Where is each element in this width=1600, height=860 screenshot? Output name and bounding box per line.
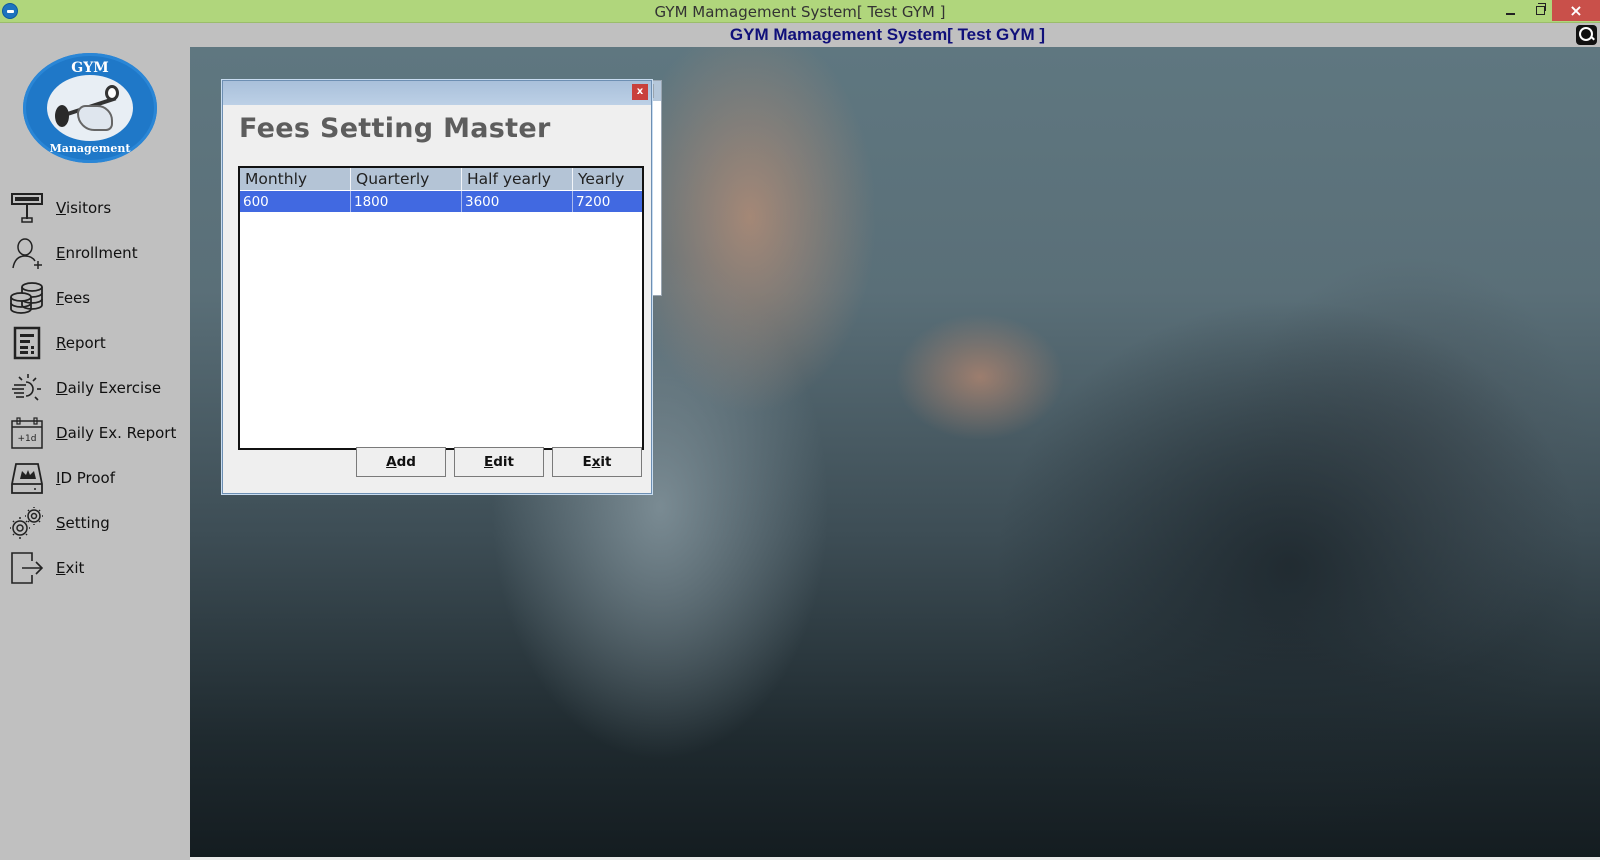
gym-logo: GYM Management: [23, 53, 157, 163]
svg-text:+1d: +1d: [18, 434, 37, 444]
exit-icon: [8, 550, 46, 586]
cell-quarterly[interactable]: 1800: [351, 191, 462, 212]
search-button[interactable]: [1576, 25, 1597, 45]
sun-icon: [8, 370, 46, 406]
sidebar: GYM Management Visitors Enrollment Fees …: [0, 47, 190, 860]
sidebar-item-label: Enrollment: [56, 244, 138, 262]
sidebar-item-label: ID Proof: [56, 469, 116, 487]
restore-icon: [1535, 3, 1546, 15]
sidebar-item-label: Fees: [56, 289, 91, 307]
restore-button[interactable]: [1525, 0, 1555, 21]
dialog-titlebar[interactable]: [223, 81, 651, 105]
weight-plate-icon: [55, 105, 69, 127]
cell-monthly[interactable]: 600: [240, 191, 351, 212]
exit-label-pre: E: [582, 454, 592, 470]
dialog-heading: Fees Setting Master: [239, 113, 551, 144]
fees-table[interactable]: Monthly Quarterly Half yearly Yearly 600…: [238, 166, 644, 450]
sidebar-item-setting[interactable]: Setting: [8, 503, 186, 543]
visitors-sign-icon: [8, 190, 46, 226]
edit-button[interactable]: Edit: [454, 447, 544, 477]
exit-access-key: x: [591, 454, 601, 470]
app-title: GYM Mamagement System[ Test GYM ]: [729, 25, 1046, 44]
add-access-key: A: [386, 454, 397, 470]
sidebar-item-id-proof[interactable]: ID Proof: [8, 458, 186, 498]
table-row[interactable]: 600 1800 3600 7200: [240, 191, 642, 212]
sidebar-item-daily-exercise[interactable]: Daily Exercise: [8, 368, 186, 408]
edit-access-key: E: [484, 454, 494, 470]
flexed-arm-icon: [77, 105, 113, 131]
logo-top-text: GYM: [71, 60, 109, 76]
window-title: GYM Mamagement System[ Test GYM ]: [654, 3, 946, 21]
sidebar-item-label: Setting: [56, 514, 110, 532]
exit-label-rest: it: [600, 454, 612, 470]
sidebar-item-label: Report: [56, 334, 106, 352]
coins-icon: [8, 280, 46, 316]
sidebar-item-label: Visitors: [56, 199, 112, 217]
minimize-icon: [1505, 12, 1515, 15]
add-label-rest: dd: [396, 454, 416, 470]
id-card-icon: [8, 460, 46, 496]
cell-half-yearly[interactable]: 3600: [462, 191, 573, 212]
dialog-close-button[interactable]: x: [632, 84, 648, 100]
weight-plate-icon: [105, 85, 119, 101]
minimize-button[interactable]: [1495, 0, 1525, 21]
logo-emblem: [47, 75, 133, 141]
sidebar-item-fees[interactable]: Fees: [8, 278, 186, 318]
edit-label-rest: dit: [493, 454, 514, 470]
app-header: GYM Mamagement System[ Test GYM ]: [0, 23, 1600, 47]
sidebar-item-label: Daily Exercise: [56, 379, 162, 397]
column-header-quarterly[interactable]: Quarterly: [351, 168, 462, 190]
logo-bottom-text: Management: [49, 142, 131, 155]
window-titlebar: GYM Mamagement System[ Test GYM ] ×: [0, 0, 1600, 23]
cell-yearly[interactable]: 7200: [573, 191, 642, 212]
table-header: Monthly Quarterly Half yearly Yearly: [240, 168, 642, 190]
fees-setting-dialog: x Fees Setting Master Monthly Quarterly …: [222, 80, 652, 494]
column-header-monthly[interactable]: Monthly: [240, 168, 351, 190]
column-header-half-yearly[interactable]: Half yearly: [462, 168, 573, 190]
sidebar-item-daily-ex-report[interactable]: +1d Daily Ex. Report: [8, 413, 186, 453]
sidebar-item-label: Daily Ex. Report: [56, 424, 177, 442]
add-button[interactable]: Add: [356, 447, 446, 477]
close-button[interactable]: ×: [1552, 0, 1600, 21]
report-icon: [8, 325, 46, 361]
calendar-icon: +1d: [8, 415, 46, 451]
sidebar-item-enrollment[interactable]: Enrollment: [8, 233, 186, 273]
column-header-yearly[interactable]: Yearly: [573, 168, 642, 190]
close-icon: ×: [1569, 1, 1583, 20]
user-add-icon: [8, 235, 46, 271]
sidebar-item-report[interactable]: Report: [8, 323, 186, 363]
sidebar-item-visitors[interactable]: Visitors: [8, 188, 186, 228]
sidebar-item-exit[interactable]: Exit: [8, 548, 186, 588]
sidebar-item-label: Exit: [56, 559, 85, 577]
gears-icon: [8, 505, 46, 541]
exit-button[interactable]: Ex it: [552, 447, 642, 477]
